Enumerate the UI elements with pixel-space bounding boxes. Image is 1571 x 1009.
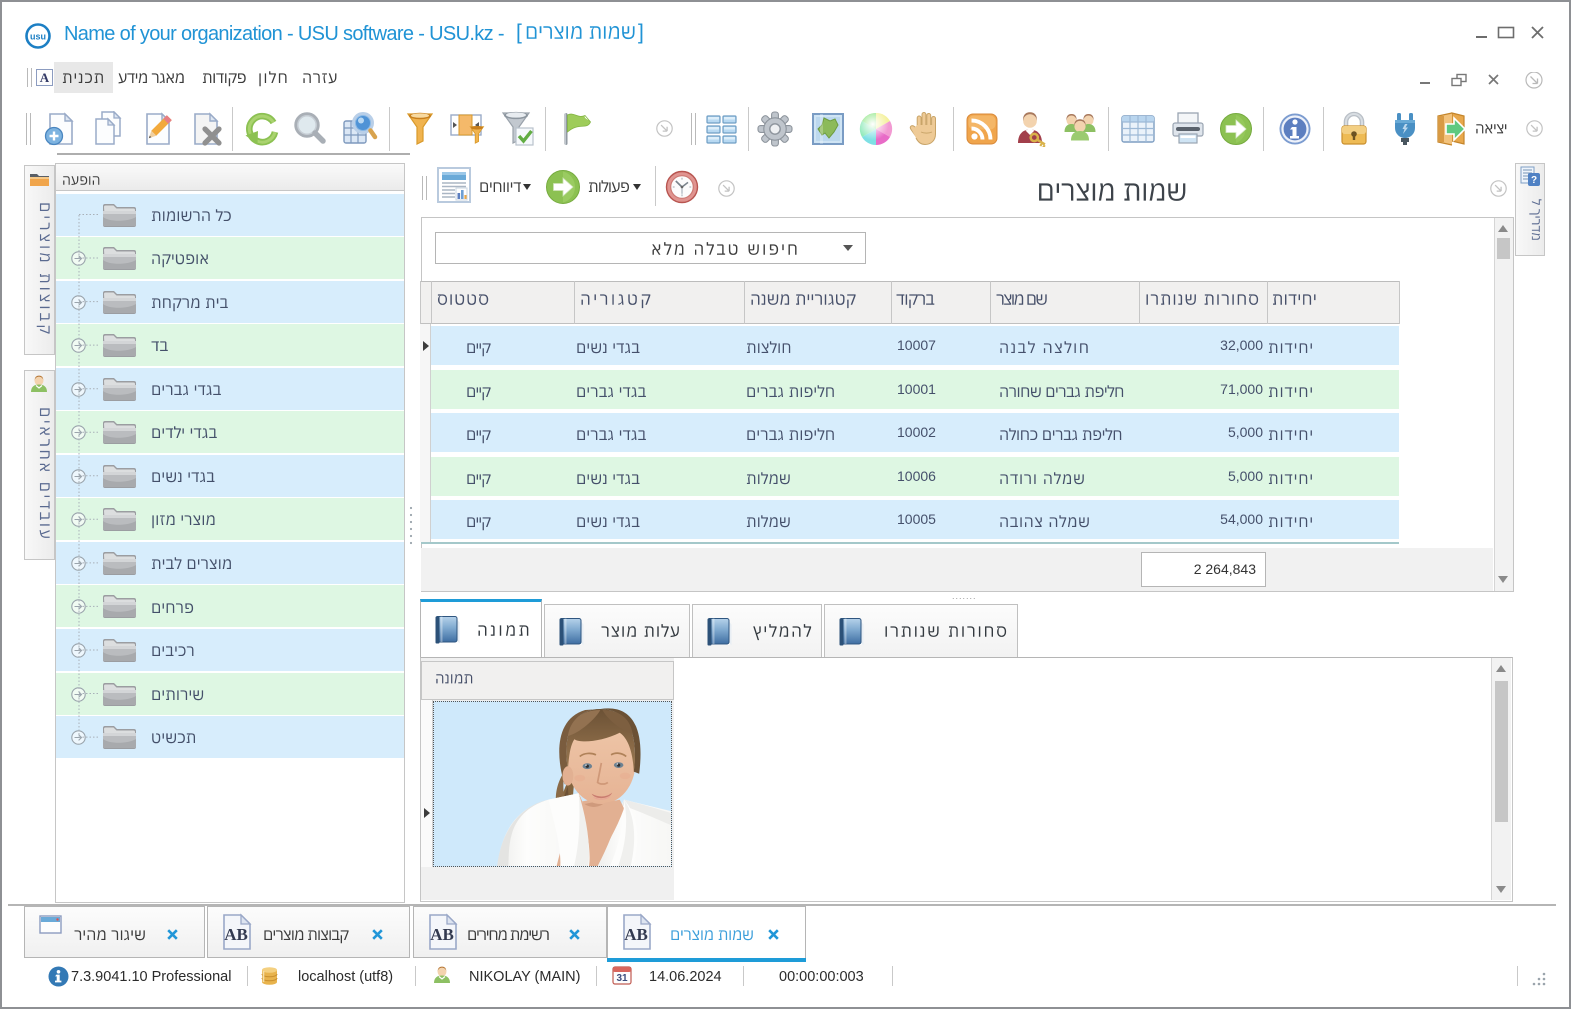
svg-text:AB: AB bbox=[624, 925, 648, 944]
svg-text:AB: AB bbox=[430, 925, 454, 944]
svg-text:AB: AB bbox=[224, 925, 248, 944]
svg-text:A: A bbox=[40, 70, 50, 85]
svg-text:?: ? bbox=[1531, 175, 1537, 186]
svg-text:usu: usu bbox=[30, 32, 46, 42]
svg-text:31: 31 bbox=[616, 973, 628, 984]
